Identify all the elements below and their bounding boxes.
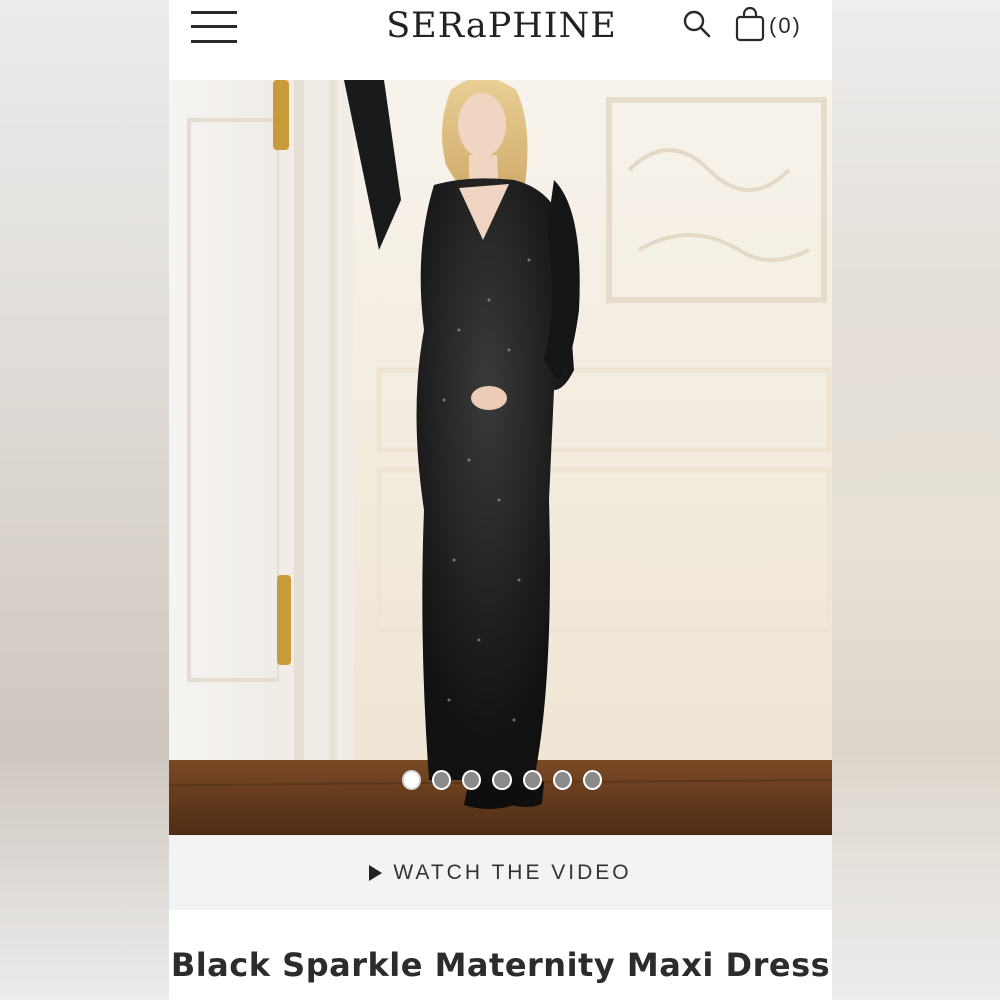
- brand-logo[interactable]: SERaPHINE: [379, 5, 624, 47]
- gallery-dot[interactable]: [492, 770, 512, 790]
- cart-count: (0): [769, 13, 802, 38]
- gallery-dot[interactable]: [522, 770, 542, 790]
- product-image-gallery[interactable]: [169, 80, 832, 835]
- gallery-pagination: [402, 770, 602, 790]
- gallery-dot[interactable]: [432, 770, 452, 790]
- gallery-dot[interactable]: [552, 770, 572, 790]
- gallery-dot[interactable]: [582, 770, 602, 790]
- play-icon: [369, 864, 383, 881]
- search-icon[interactable]: [681, 8, 713, 40]
- product-photo: [169, 80, 832, 835]
- blurred-backdrop-right: [832, 0, 1000, 1000]
- watch-video-button[interactable]: WATCH THE VIDEO: [169, 835, 832, 910]
- blurred-backdrop-left: [0, 0, 169, 1000]
- product-title: Black Sparkle Maternity Maxi Dress: [170, 946, 831, 984]
- cart-button[interactable]: (0): [735, 6, 815, 44]
- gallery-dot[interactable]: [462, 770, 482, 790]
- gallery-dot[interactable]: [402, 770, 422, 790]
- hamburger-menu-icon[interactable]: [191, 10, 237, 46]
- product-page: SERaPHINE (0) WATCH THE VIDEO Black Spar…: [169, 0, 832, 1000]
- shopping-bag-icon: [735, 6, 765, 42]
- watch-video-label: WATCH THE VIDEO: [393, 860, 632, 884]
- site-header: SERaPHINE (0): [169, 0, 832, 80]
